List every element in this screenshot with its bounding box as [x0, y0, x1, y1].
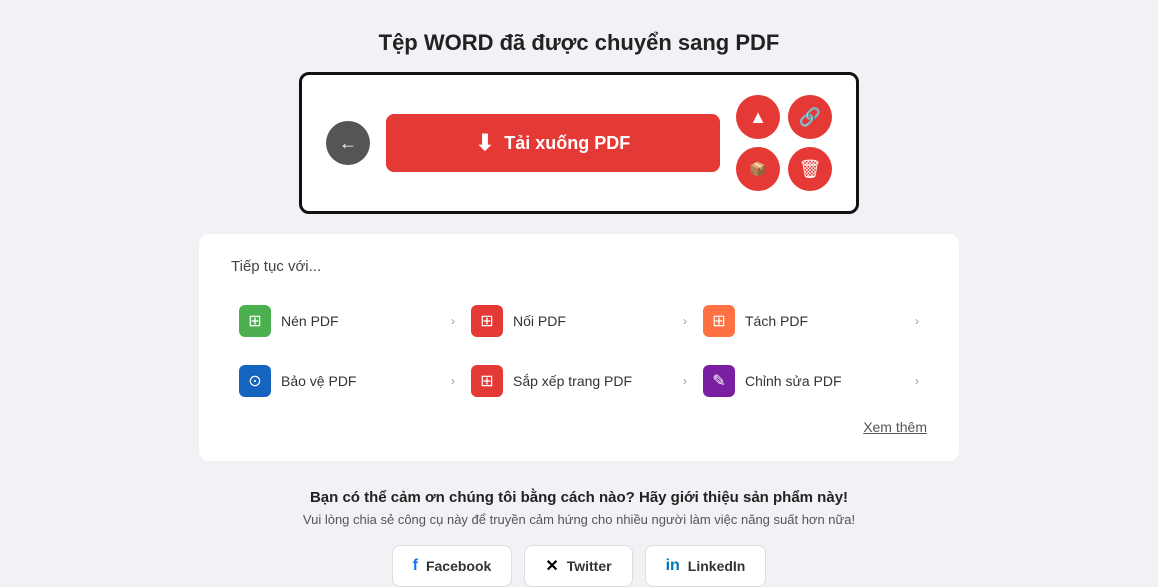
twitter-label: Twitter	[567, 558, 612, 574]
upload-icon-button[interactable]: ▲	[736, 95, 780, 139]
tool-item[interactable]: ⊞ Sắp xếp trang PDF ›	[463, 353, 695, 409]
tool-label: Nối PDF	[513, 313, 673, 329]
tool-label: Nén PDF	[281, 313, 441, 329]
linkedin-icon: in	[666, 557, 680, 575]
tool-item[interactable]: ✎ Chỉnh sửa PDF ›	[695, 353, 927, 409]
tool-icon: ⊞	[471, 365, 503, 397]
tool-item[interactable]: ⊙ Bảo vệ PDF ›	[231, 353, 463, 409]
share-section: Bạn có thể cảm ơn chúng tôi bằng cách nà…	[303, 489, 855, 587]
share-title: Bạn có thể cảm ơn chúng tôi bằng cách nà…	[303, 489, 855, 506]
see-more-link[interactable]: Xem thêm	[863, 419, 927, 435]
twitter-share-button[interactable]: ✕ Twitter	[524, 545, 632, 587]
tool-icon: ⊞	[239, 305, 271, 337]
tool-icon: ⊞	[703, 305, 735, 337]
linkedin-label: LinkedIn	[688, 558, 746, 574]
tool-label: Chỉnh sửa PDF	[745, 373, 905, 389]
dropbox-icon: 📦	[749, 161, 766, 178]
delete-icon: 🗑	[799, 159, 822, 180]
page-title: Tệp WORD đã được chuyển sang PDF	[379, 30, 780, 56]
facebook-icon: f	[413, 557, 418, 575]
dropbox-icon-button[interactable]: 📦	[736, 147, 780, 191]
see-more: Xem thêm	[231, 419, 927, 437]
tools-grid: ⊞ Nén PDF › ⊞ Nối PDF › ⊞ Tách PDF › ⊙ Bảo vệ PDF ›…	[231, 293, 927, 409]
tool-arrow-icon: ›	[683, 314, 687, 328]
back-button[interactable]: ←	[326, 121, 370, 165]
share-buttons: f Facebook ✕ Twitter in LinkedIn	[303, 545, 855, 587]
tool-item[interactable]: ⊞ Nén PDF ›	[231, 293, 463, 349]
link-icon-button[interactable]: 🔗	[788, 95, 832, 139]
tool-icon: ✎	[703, 365, 735, 397]
tool-icon: ⊞	[471, 305, 503, 337]
tool-arrow-icon: ›	[451, 314, 455, 328]
delete-icon-button[interactable]: 🗑	[788, 147, 832, 191]
linkedin-share-button[interactable]: in LinkedIn	[645, 545, 767, 587]
tool-arrow-icon: ›	[683, 374, 687, 388]
continue-title: Tiếp tục với...	[231, 258, 927, 275]
link-icon: 🔗	[799, 107, 821, 128]
tool-item[interactable]: ⊞ Tách PDF ›	[695, 293, 927, 349]
continue-section: Tiếp tục với... ⊞ Nén PDF › ⊞ Nối PDF › ⊞ Tách …	[199, 234, 959, 461]
download-button[interactable]: ⬇ Tải xuống PDF	[386, 114, 720, 172]
tool-arrow-icon: ›	[915, 374, 919, 388]
download-icon: ⬇	[476, 130, 494, 156]
tool-item[interactable]: ⊞ Nối PDF ›	[463, 293, 695, 349]
share-subtitle: Vui lòng chia sẻ công cụ này để truyền c…	[303, 512, 855, 527]
action-box: ← ⬇ Tải xuống PDF ▲ 🔗 📦 🗑	[299, 72, 859, 214]
tool-icon: ⊙	[239, 365, 271, 397]
tool-label: Bảo vệ PDF	[281, 373, 441, 389]
action-icons: ▲ 🔗 📦 🗑	[736, 95, 832, 191]
tool-label: Sắp xếp trang PDF	[513, 373, 673, 389]
tool-arrow-icon: ›	[915, 314, 919, 328]
tool-arrow-icon: ›	[451, 374, 455, 388]
download-label: Tải xuống PDF	[504, 133, 630, 154]
upload-icon: ▲	[749, 107, 767, 128]
facebook-share-button[interactable]: f Facebook	[392, 545, 513, 587]
twitter-icon: ✕	[545, 556, 558, 576]
tool-label: Tách PDF	[745, 313, 905, 329]
back-icon: ←	[339, 133, 357, 154]
facebook-label: Facebook	[426, 558, 491, 574]
